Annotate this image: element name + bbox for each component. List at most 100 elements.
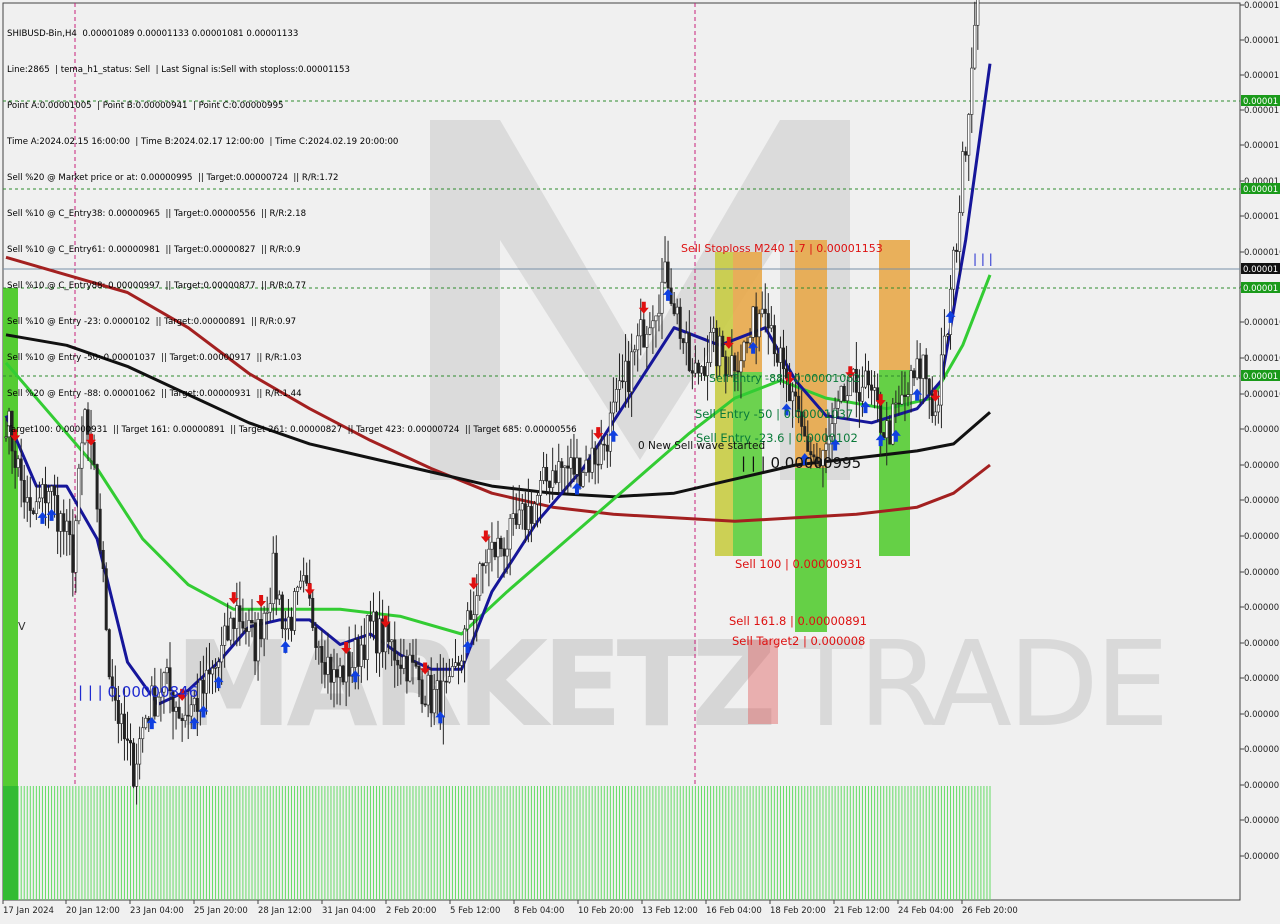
candle-body bbox=[484, 562, 488, 567]
candle-body bbox=[542, 466, 546, 481]
candle-body bbox=[265, 611, 269, 614]
candle-body bbox=[329, 656, 333, 683]
candle-body bbox=[654, 315, 658, 322]
candle-body bbox=[232, 617, 236, 629]
candle-body bbox=[669, 287, 673, 304]
price-tick-label: 0.000010 bbox=[1244, 248, 1280, 258]
candle-body bbox=[293, 591, 297, 631]
candle-body bbox=[888, 420, 892, 445]
time-tick-label: 31 Jan 04:00 bbox=[322, 906, 376, 916]
candle-body bbox=[572, 457, 576, 475]
price-tag-label: 0.00001 bbox=[1243, 265, 1278, 275]
candle-body bbox=[906, 394, 910, 397]
candle-body bbox=[50, 485, 54, 492]
candle bbox=[132, 738, 136, 789]
info-line: Sell %20 @ Market price or at: 0.0000099… bbox=[7, 173, 339, 183]
candle-body bbox=[508, 518, 512, 550]
candle-body bbox=[621, 380, 625, 383]
candle-body bbox=[165, 667, 169, 674]
candle-body bbox=[305, 575, 309, 584]
price-tick-label: 0.000010 bbox=[1244, 390, 1280, 400]
swing-low-label: | | | 0.00000846 bbox=[78, 683, 198, 701]
candle-body bbox=[532, 503, 536, 524]
candle-body bbox=[68, 520, 72, 536]
candle-body bbox=[721, 335, 725, 357]
price-tick-label: 0.00001 bbox=[1244, 36, 1279, 46]
v-marker-label: V bbox=[18, 620, 26, 633]
candle-body bbox=[107, 629, 111, 678]
sell-target2-label: Sell Target2 | 0.000008 bbox=[732, 634, 865, 648]
candle-body bbox=[514, 513, 518, 525]
candle-body bbox=[135, 763, 139, 787]
candle bbox=[107, 628, 111, 680]
candle-body bbox=[909, 370, 913, 395]
candle-body bbox=[441, 680, 445, 718]
candle-body bbox=[359, 644, 363, 667]
point-c-label: | | | 0.00000995 bbox=[741, 454, 861, 472]
candle-body bbox=[781, 347, 785, 370]
candle-body bbox=[62, 513, 66, 532]
candle-body bbox=[119, 713, 123, 724]
price-tick-label: 0.00000 bbox=[1244, 674, 1279, 684]
candle-body bbox=[742, 341, 746, 362]
candle bbox=[842, 383, 846, 402]
candle-body bbox=[368, 615, 372, 622]
candle-body bbox=[375, 611, 379, 654]
candle-body bbox=[460, 660, 464, 666]
candle-body bbox=[423, 703, 427, 706]
candle-body bbox=[857, 392, 861, 402]
candle-body bbox=[976, 0, 980, 26]
candle-body bbox=[590, 447, 594, 473]
candle-body bbox=[605, 444, 609, 452]
candle-body bbox=[40, 484, 44, 499]
signal-zone bbox=[715, 252, 733, 556]
time-tick-label: 16 Feb 04:00 bbox=[706, 906, 762, 916]
candle-body bbox=[414, 662, 418, 667]
candle-body bbox=[475, 595, 479, 615]
time-tick-label: 8 Feb 04:00 bbox=[514, 906, 564, 916]
candle-body bbox=[526, 506, 530, 530]
chart-area[interactable]: MARKETZ TRADE Sell Stoploss M240 1.7 | 0… bbox=[0, 0, 1280, 920]
candle-body bbox=[870, 384, 874, 391]
candle-body bbox=[466, 610, 470, 630]
candle-body bbox=[794, 391, 798, 397]
candle-body bbox=[22, 480, 26, 503]
candle-body bbox=[839, 385, 843, 402]
price-tag-label: 0.00001 bbox=[1243, 284, 1278, 294]
candle bbox=[751, 305, 755, 342]
time-tick-label: 10 Feb 20:00 bbox=[578, 906, 634, 916]
candle-body bbox=[745, 341, 749, 344]
candle-body bbox=[429, 674, 433, 714]
candle-body bbox=[211, 667, 215, 675]
candle-body bbox=[317, 646, 321, 648]
time-tick-label: 2 Feb 20:00 bbox=[386, 906, 436, 916]
candle-body bbox=[596, 463, 600, 466]
price-tick-label: 0.00000 bbox=[1244, 496, 1279, 506]
time-tick-label: 21 Feb 12:00 bbox=[834, 906, 890, 916]
time-tick-label: 13 Feb 12:00 bbox=[642, 906, 698, 916]
candle-body bbox=[633, 349, 637, 353]
candle-body bbox=[125, 738, 129, 741]
candle-body bbox=[791, 391, 795, 402]
candle-body bbox=[602, 443, 606, 446]
candle-body bbox=[575, 457, 579, 475]
price-tag-label: 0.00001 bbox=[1243, 97, 1278, 107]
candle-body bbox=[502, 548, 506, 557]
price-tick-label: 0.00000 bbox=[1244, 781, 1279, 791]
candle-body bbox=[469, 610, 473, 620]
candle-body bbox=[43, 484, 47, 504]
candle-body bbox=[687, 332, 691, 371]
candle-body bbox=[262, 612, 266, 640]
candle-body bbox=[684, 332, 688, 344]
candle-body bbox=[608, 412, 612, 452]
candle-body bbox=[748, 337, 752, 344]
candle-body bbox=[95, 464, 99, 510]
candle-body bbox=[933, 411, 937, 417]
candle-body bbox=[876, 387, 880, 402]
time-tick-label: 20 Jan 12:00 bbox=[66, 906, 120, 916]
candle-body bbox=[299, 580, 303, 588]
candle-body bbox=[56, 495, 60, 532]
candle-body bbox=[548, 480, 552, 488]
candle-body bbox=[53, 485, 57, 496]
candle-body bbox=[444, 680, 448, 683]
